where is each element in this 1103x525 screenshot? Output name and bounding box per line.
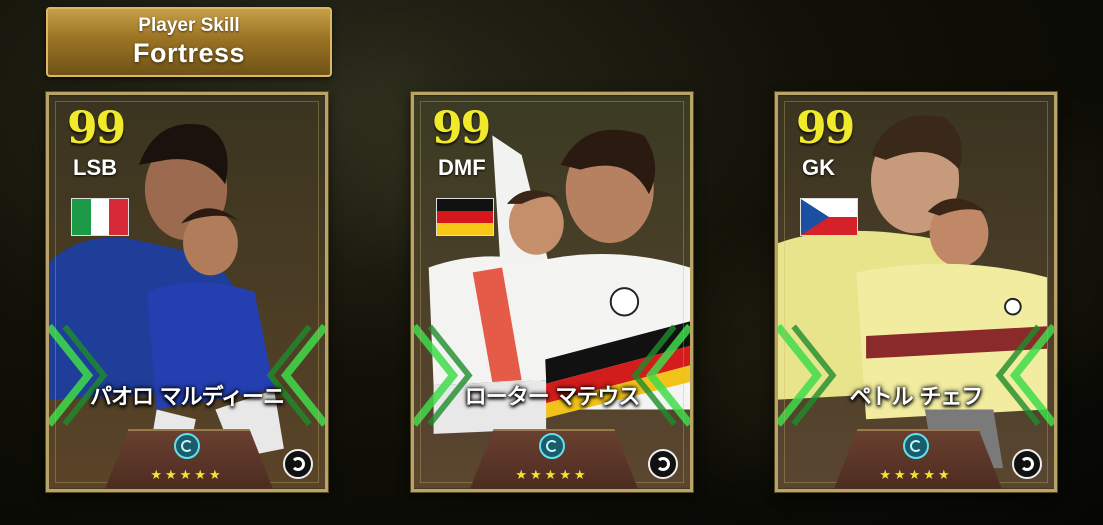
- player-position: DMF: [438, 155, 486, 180]
- skill-badge-icon: [903, 433, 929, 459]
- efootball-logo-icon: [1012, 449, 1042, 479]
- player-card-maldini[interactable]: 99 LSB パオロ マルディーニ ★★★★★: [46, 92, 328, 492]
- player-rating: 99: [67, 103, 126, 154]
- italy-flag-icon: [71, 198, 129, 236]
- player-name: ローター マテウス: [464, 385, 641, 410]
- player-position: LSB: [73, 155, 117, 180]
- player-card-matthaus[interactable]: 99 DMF ローター マテウス ★★★★★: [411, 92, 693, 492]
- player-card-cech[interactable]: 99 GK ペトル チェフ ★★★★★: [775, 92, 1057, 492]
- player-name: ペトル チェフ: [849, 385, 984, 410]
- player-rating: 99: [432, 103, 491, 154]
- player-position: GK: [802, 155, 835, 180]
- player-skill-label: Player Skill: [138, 15, 240, 36]
- czech-republic-flag-icon: [800, 198, 858, 236]
- skill-badge-icon: [174, 433, 200, 459]
- player-name: パオロ マルディーニ: [89, 385, 285, 410]
- efootball-logo-icon: [648, 449, 678, 479]
- background-smoke: [1050, 120, 1103, 380]
- player-skill-name: Fortress: [132, 38, 246, 68]
- efootball-logo-icon: [283, 449, 313, 479]
- player-skill-banner: Player Skill Fortress: [46, 7, 332, 77]
- germany-flag-icon: [436, 198, 494, 236]
- skill-badge-icon: [539, 433, 565, 459]
- player-rating: 99: [796, 103, 855, 154]
